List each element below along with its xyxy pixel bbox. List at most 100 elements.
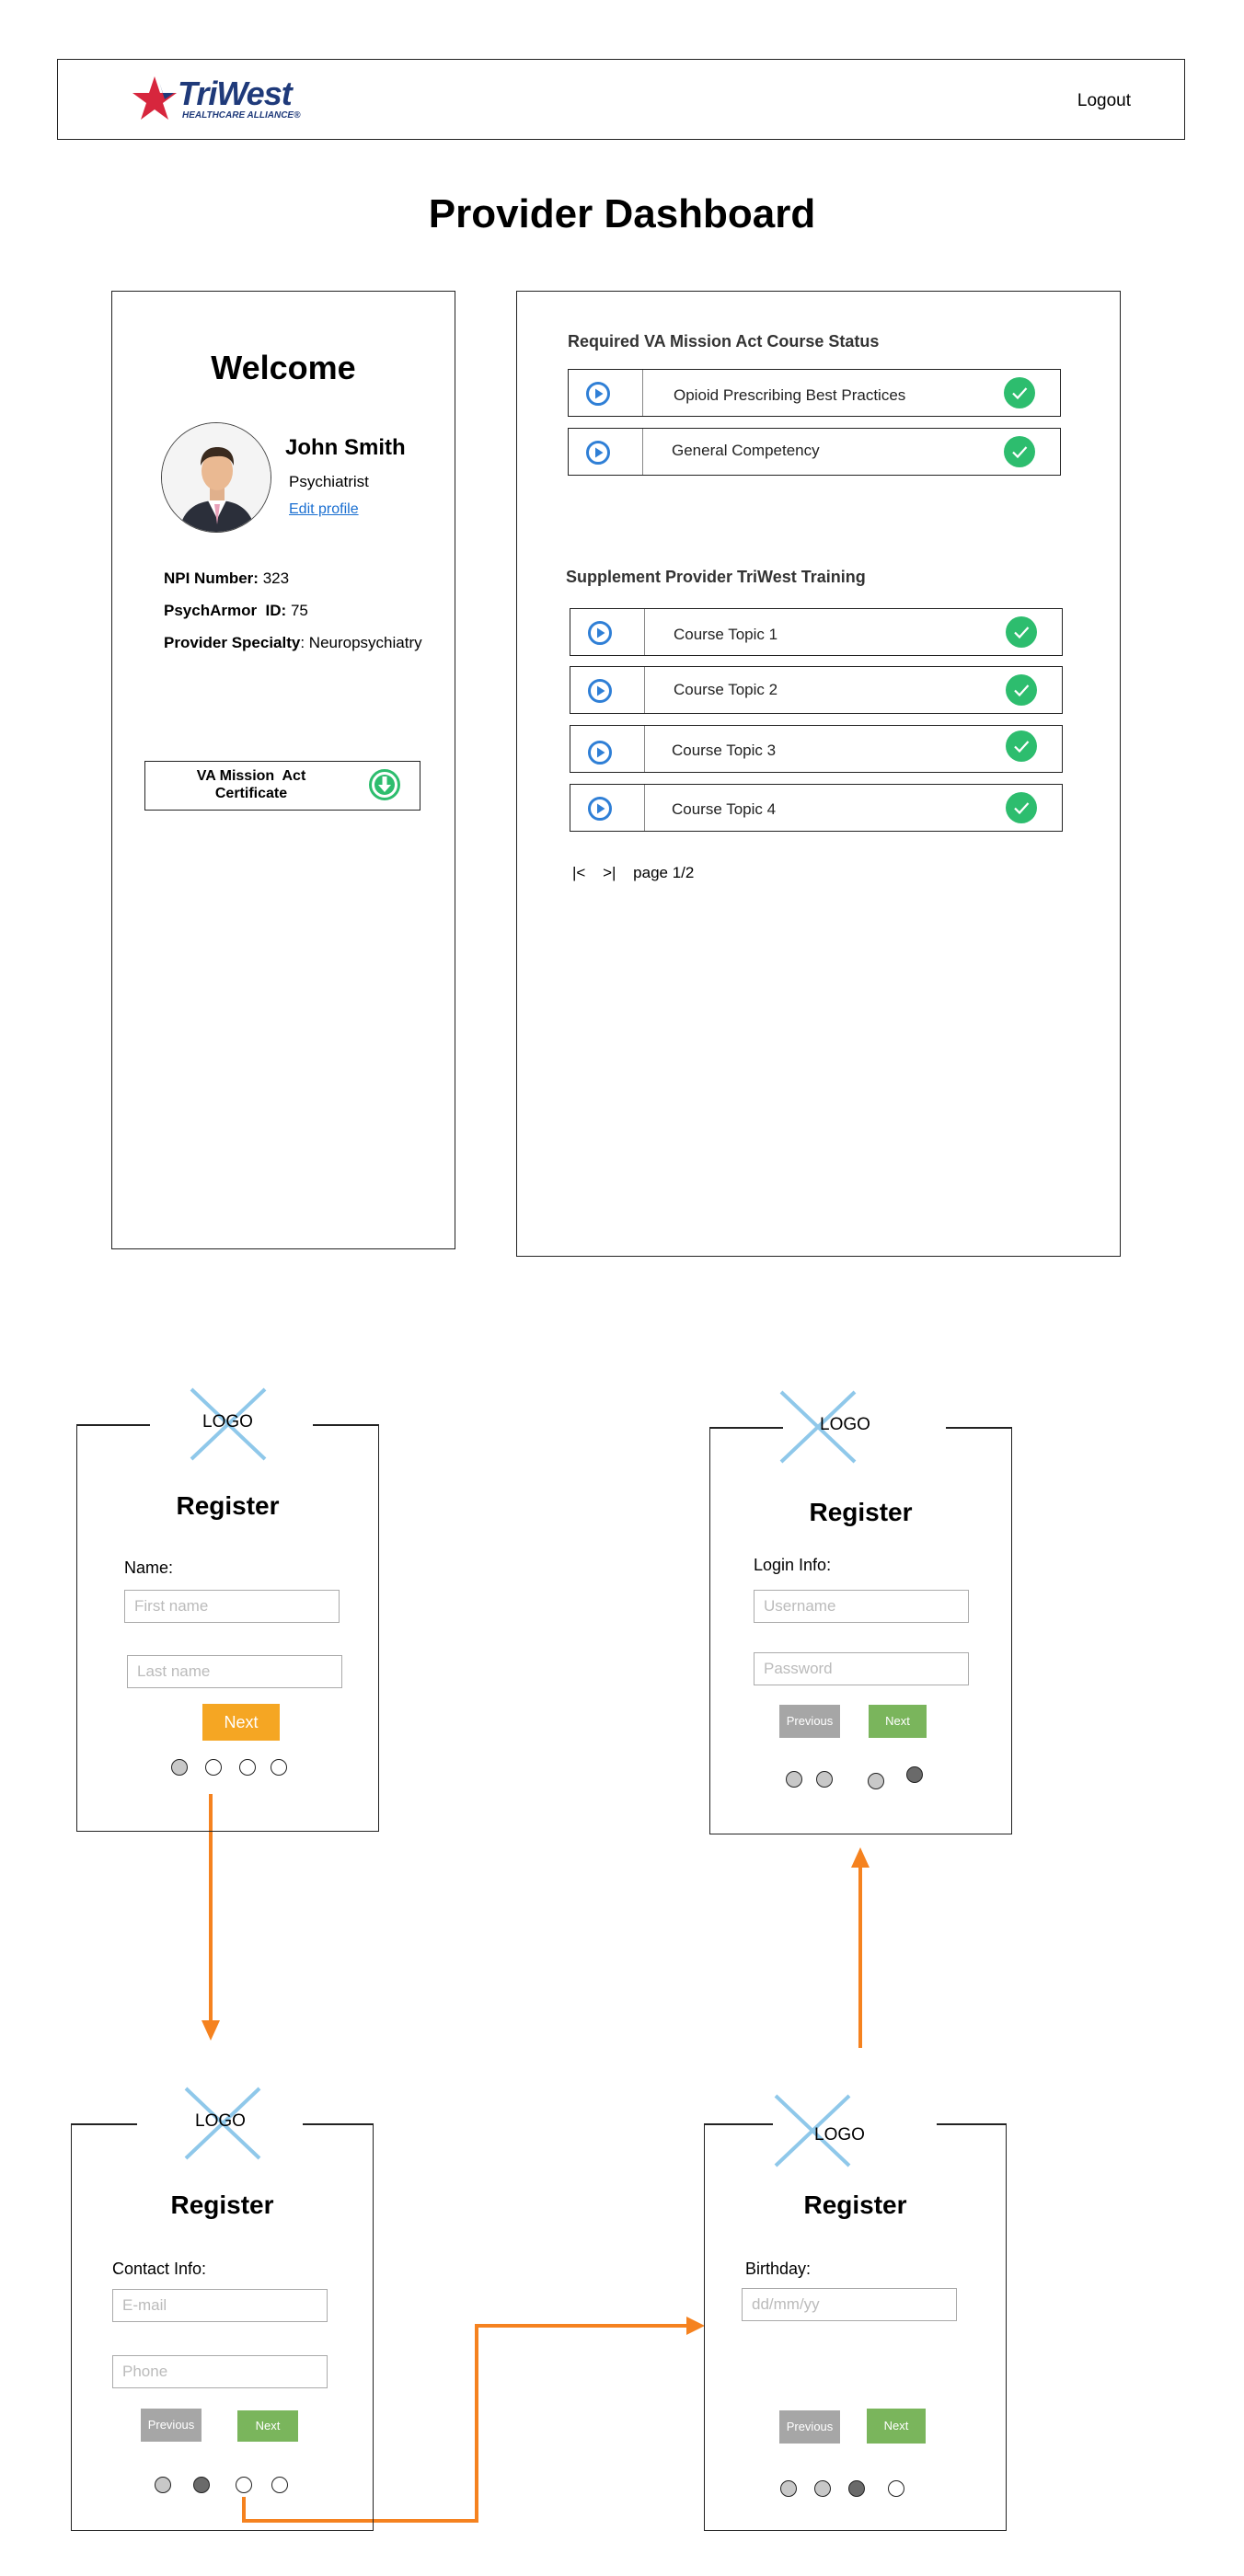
previous-button[interactable]: Previous [141,2409,202,2442]
course-row[interactable]: Course Topic 4 [570,784,1063,832]
step-dot [271,1759,287,1776]
login-info-label: Login Info: [754,1556,832,1574]
password-input[interactable]: Password [754,1652,969,1685]
row-divider [644,609,645,655]
header-bar: TriWest HEALTHCARE ALLIANCE® Logout [57,59,1185,140]
row-divider [642,429,643,475]
course-row[interactable]: Course Topic 2 [570,666,1063,714]
birthday-label: Birthday: [745,2260,812,2278]
course-label: Course Topic 2 [674,681,778,698]
check-icon [1006,730,1037,762]
course-label: Course Topic 1 [674,626,778,643]
step-dot-active [171,1759,188,1776]
avatar [161,422,271,533]
step-dot [205,1759,222,1776]
profile-panel: Welcome John Smith Psychiatrist Edit pro… [111,291,455,1249]
logo-text: LOGO [814,2125,865,2145]
register-step4-card: LOGO Register Login Info: Username Passw… [709,1390,1012,1834]
supplement-section-title: Supplement Provider TriWest Training [566,568,866,586]
step-dot [816,1771,833,1788]
next-button[interactable]: Next [869,1705,927,1738]
step-dot [236,2477,252,2493]
course-label: Course Topic 4 [672,800,777,818]
step-dot [888,2480,904,2497]
first-name-input[interactable]: First name [124,1590,340,1623]
step-dot [780,2480,797,2497]
step-dot [868,1773,884,1789]
page-title: Provider Dashboard [428,191,816,236]
course-label: Course Topic 3 [672,742,777,759]
check-icon [1006,616,1037,648]
psycharmor-label: PsychArmor ID: [164,602,287,619]
person-photo-icon [162,423,271,532]
npi-label: NPI Number: [164,569,259,587]
course-label: Opioid Prescribing Best Practices [674,386,906,404]
psycharmor-value: 75 [290,602,308,619]
arrow-head-right [686,2317,705,2335]
email-input[interactable]: E-mail [112,2289,328,2322]
previous-button[interactable]: Previous [779,2410,840,2444]
play-icon [588,741,612,765]
last-page-icon[interactable]: >| [603,864,616,881]
register-title: Register [803,2191,907,2219]
next-button[interactable]: Next [202,1704,280,1741]
arrow-head-down [202,2020,220,2041]
logout-link[interactable]: Logout [1077,91,1131,111]
row-divider [642,370,643,416]
step-dot [155,2477,171,2493]
phone-input[interactable]: Phone [112,2355,328,2388]
check-icon [1006,674,1037,706]
register-step2-card: LOGO Register Contact Info: E-mail Phone… [71,2087,374,2531]
npi-value: 323 [262,569,290,587]
star-icon [132,76,177,120]
required-section-title: Required VA Mission Act Course Status [568,332,880,351]
previous-button[interactable]: Previous [779,1705,840,1738]
register-title: Register [176,1491,280,1520]
last-name-input[interactable]: Last name [127,1655,342,1688]
row-divider [644,785,645,831]
register-step1-card: LOGO Register Name: First name Last name… [76,1387,379,1832]
course-row[interactable]: Course Topic 3 [570,725,1063,773]
step-dot-active [848,2480,865,2497]
specialty-value: : Neuropsychiatry [300,634,422,651]
edit-profile-link[interactable]: Edit profile [289,501,359,518]
next-button[interactable]: Next [867,2409,926,2444]
play-icon [586,382,610,406]
provider-name: John Smith [285,435,406,460]
check-icon [1006,792,1037,823]
course-label: General Competency [672,442,820,459]
specialty-label: Provider Specialty [164,634,301,651]
page-indicator: page 1/2 [633,864,695,881]
triwest-logo[interactable]: TriWest HEALTHCARE ALLIANCE® [132,73,316,128]
logo-text: LOGO [820,1415,870,1434]
pagination: |< >| page 1/2 [572,864,707,882]
step-dot [786,1771,802,1788]
download-icon [369,769,400,800]
next-button[interactable]: Next [237,2410,298,2442]
step-dot-active [193,2477,210,2493]
brand-subtitle: HEALTHCARE ALLIANCE® [182,110,301,121]
npi-info: NPI Number: 323 [164,569,289,588]
brand-name: TriWest [178,75,293,112]
check-icon [1004,377,1035,408]
first-page-icon[interactable]: |< [572,864,585,881]
specialty-info: Provider Specialty: Neuropsychiatry [164,634,422,652]
contact-info-label: Contact Info: [112,2260,207,2278]
course-row[interactable]: General Competency [568,428,1061,476]
logo-text: LOGO [202,1412,253,1432]
check-icon [1004,436,1035,467]
certificate-download-button[interactable]: VA Mission Act Certificate [144,761,420,811]
step-dot [239,1759,256,1776]
row-divider [644,667,645,713]
birthday-input[interactable]: dd/mm/yy [742,2288,957,2321]
register-step3-card: LOGO Register Birthday: dd/mm/yy Previou… [704,2094,1007,2531]
provider-role: Psychiatrist [289,473,369,490]
courses-panel: Required VA Mission Act Course Status Op… [516,291,1121,1257]
course-row[interactable]: Opioid Prescribing Best Practices [568,369,1061,417]
step-dot [814,2480,831,2497]
step-dot [271,2477,288,2493]
play-icon [586,441,610,465]
username-input[interactable]: Username [754,1590,969,1623]
certificate-label: VA Mission Act Certificate [196,768,310,801]
course-row[interactable]: Course Topic 1 [570,608,1063,656]
